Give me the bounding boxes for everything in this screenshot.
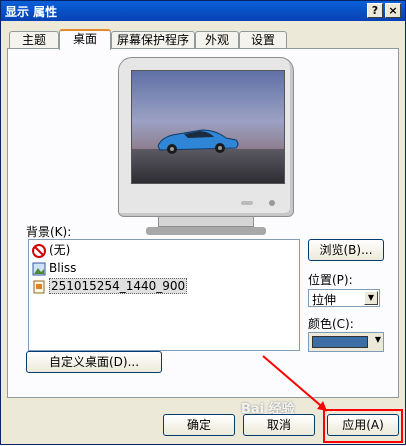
title-bar[interactable]: 显示 属性 ? ×: [1, 1, 405, 21]
monitor-power-led: [269, 200, 275, 206]
monitor-stand: [158, 217, 254, 227]
list-item[interactable]: 251015254_1440_900: [32, 278, 188, 294]
cancel-button[interactable]: 取消: [243, 414, 315, 436]
list-item-label: Bliss: [49, 261, 77, 275]
list-item[interactable]: (无): [32, 242, 70, 258]
color-swatch: [312, 336, 368, 348]
background-list[interactable]: (无) Bliss 251015254_1440_900: [28, 239, 300, 351]
monitor-base: [146, 227, 266, 235]
highlight-box: [323, 409, 403, 443]
chevron-down-icon[interactable]: ▼: [364, 291, 378, 305]
no-entry-icon: [32, 243, 46, 258]
list-item[interactable]: Bliss: [32, 260, 76, 276]
monitor-preview: [118, 57, 294, 217]
tab-settings[interactable]: 设置: [239, 31, 287, 49]
background-label: 背景(K):: [26, 225, 72, 239]
browse-button[interactable]: 浏览(B)...: [308, 239, 384, 261]
desktop-tab-panel: 背景(K): (无) Bliss 251015254_1440_900 浏览(B…: [7, 48, 399, 398]
position-select[interactable]: 拉伸 ▼: [308, 289, 380, 307]
tab-appearance[interactable]: 外观: [195, 31, 239, 49]
tab-screensaver[interactable]: 屏幕保护程序: [111, 31, 195, 49]
tab-desktop[interactable]: 桌面: [59, 29, 111, 50]
display-properties-window: 显示 属性 ? × 主题 桌面 屏幕保护程序 外观 设置 背景(K): (无) …: [0, 0, 406, 445]
chevron-down-icon[interactable]: ▼: [375, 335, 381, 344]
monitor-button: [241, 201, 253, 205]
wallpaper-preview: [131, 70, 285, 184]
list-item-label: 251015254_1440_900: [49, 278, 188, 294]
color-label: 颜色(C):: [308, 317, 354, 331]
car-image: [157, 129, 239, 154]
position-value: 拉伸: [312, 293, 337, 307]
window-title: 显示 属性: [5, 5, 58, 19]
image-file-icon: [32, 262, 46, 275]
tab-themes[interactable]: 主题: [9, 31, 59, 49]
position-label: 位置(P):: [308, 273, 353, 287]
close-button[interactable]: ×: [385, 3, 401, 18]
help-button[interactable]: ?: [367, 3, 383, 18]
ok-button[interactable]: 确定: [163, 414, 235, 436]
list-item-label: (无): [49, 243, 71, 257]
customize-desktop-button[interactable]: 自定义桌面(D)...: [26, 351, 162, 373]
color-picker-button[interactable]: ▼: [308, 332, 384, 352]
jpeg-file-icon: [33, 280, 45, 293]
